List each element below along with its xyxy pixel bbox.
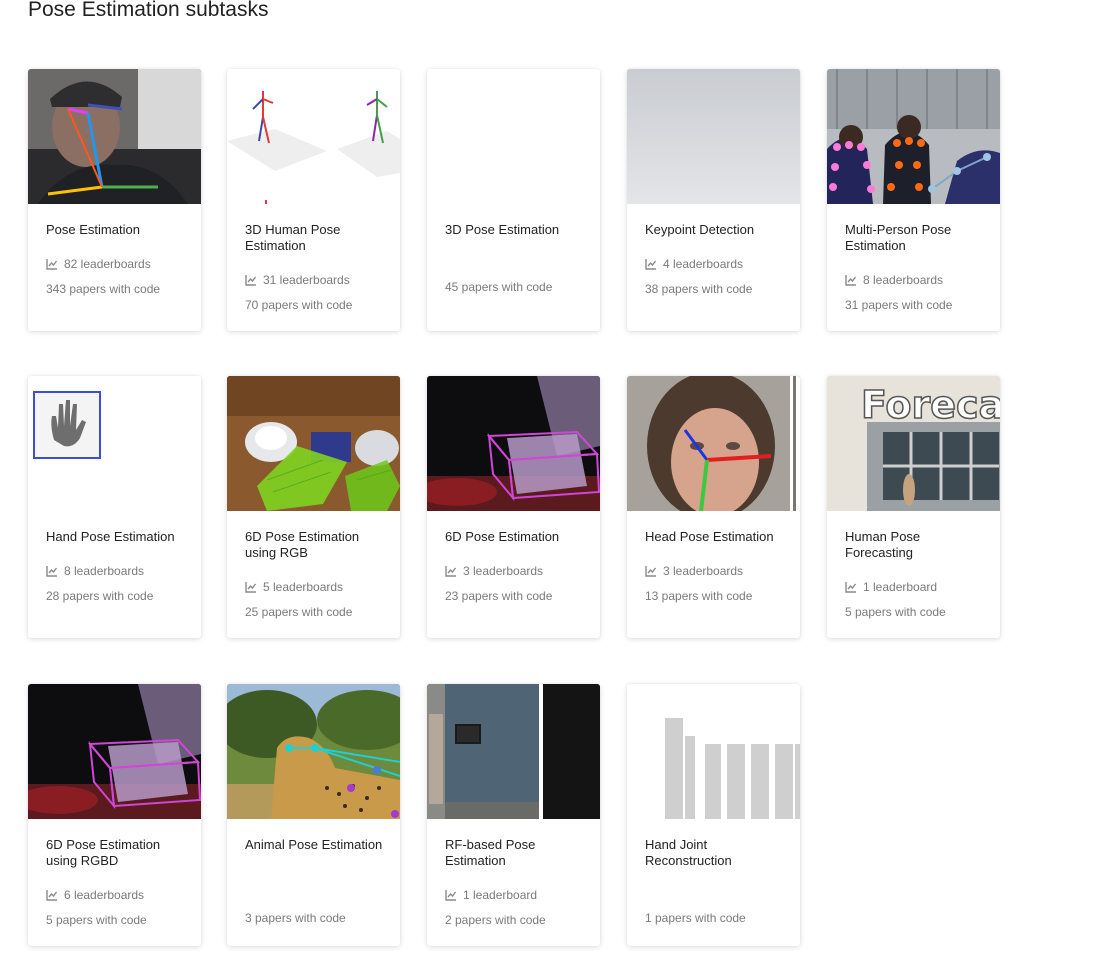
papers-count: 45 papers with code	[445, 280, 553, 294]
leaderboards-count: 6 leaderboards	[46, 888, 144, 902]
papers-count: 70 papers with code	[245, 298, 353, 312]
chart-line-icon	[46, 566, 58, 577]
task-card-multi-person-pose-estimation[interactable]: Multi-Person Pose Estimation 8 leaderboa…	[827, 69, 1000, 331]
task-thumbnail	[627, 376, 800, 511]
chart-line-icon	[245, 582, 257, 593]
papers-count: 1 papers with code	[645, 911, 746, 925]
task-title: 6D Pose Estimation	[445, 529, 560, 544]
task-card-6d-pose-estimation-using-rgb[interactable]: 6D Pose Estimation using RGB 5 leaderboa…	[227, 376, 400, 638]
leaderboards-count: 8 leaderboards	[845, 273, 943, 287]
task-card-head-pose-estimation[interactable]: Head Pose Estimation 3 leaderboards 13 p…	[627, 376, 800, 638]
papers-count: 343 papers with code	[46, 282, 161, 296]
task-title: Head Pose Estimation	[645, 529, 774, 544]
task-title: Human Pose Forecasting	[845, 529, 921, 560]
task-title: Hand Pose Estimation	[46, 529, 175, 544]
forecasting-thumb-text: Foreca	[861, 383, 1000, 427]
task-card-hand-joint-reconstruction[interactable]: Hand Joint Reconstruction 1 papers with …	[627, 684, 800, 946]
leaderboards-count: 3 leaderboards	[645, 564, 743, 578]
task-title: 3D Human Pose Estimation	[245, 222, 341, 253]
task-thumbnail	[227, 69, 400, 204]
papers-count: 5 papers with code	[46, 913, 147, 927]
task-title: 6D Pose Estimation using RGBD	[46, 837, 161, 868]
task-thumbnail	[627, 69, 800, 204]
papers-count: 5 papers with code	[845, 605, 946, 619]
task-thumbnail	[827, 69, 1000, 204]
task-card-animal-pose-estimation[interactable]: Animal Pose Estimation 3 papers with cod…	[227, 684, 400, 946]
chart-line-icon	[845, 275, 857, 286]
leaderboards-count: 5 leaderboards	[245, 580, 343, 594]
task-title: Animal Pose Estimation	[245, 837, 383, 852]
task-thumbnail	[28, 684, 201, 819]
task-title: Pose Estimation	[46, 222, 140, 237]
task-title: 6D Pose Estimation using RGB	[245, 529, 360, 560]
task-thumbnail	[427, 376, 600, 511]
chart-line-icon	[46, 259, 58, 270]
leaderboards-count: 3 leaderboards	[445, 564, 543, 578]
task-card-3d-human-pose-estimation[interactable]: 3D Human Pose Estimation 31 leaderboards…	[227, 69, 400, 331]
papers-count: 25 papers with code	[245, 605, 353, 619]
task-card-6d-pose-estimation-using-rgbd[interactable]: 6D Pose Estimation using RGBD 6 leaderbo…	[28, 684, 201, 946]
leaderboards-count: 82 leaderboards	[46, 257, 151, 271]
chart-line-icon	[445, 566, 457, 577]
leaderboards-count: 1 leaderboard	[445, 888, 537, 902]
task-thumbnail	[627, 684, 800, 819]
papers-count: 23 papers with code	[445, 589, 553, 603]
task-card-human-pose-forecasting[interactable]: Foreca Human Pose Forecasting 1 leaderbo…	[827, 376, 1000, 638]
papers-count: 13 papers with code	[645, 589, 753, 603]
papers-count: 28 papers with code	[46, 589, 154, 603]
task-card-pose-estimation[interactable]: Pose Estimation 82 leaderboards 343 pape…	[28, 69, 201, 331]
task-card-hand-pose-estimation[interactable]: Hand Pose Estimation 8 leaderboards 28 p…	[28, 376, 201, 638]
chart-line-icon	[645, 259, 657, 270]
task-title: 3D Pose Estimation	[445, 222, 560, 237]
task-thumbnail	[28, 376, 201, 511]
task-thumbnail	[427, 684, 600, 819]
task-title: Multi-Person Pose Estimation	[845, 222, 952, 253]
task-card-6d-pose-estimation[interactable]: 6D Pose Estimation 3 leaderboards 23 pap…	[427, 376, 600, 638]
chart-line-icon	[245, 275, 257, 286]
chart-line-icon	[445, 890, 457, 901]
task-title: RF-based Pose Estimation	[445, 837, 536, 868]
chart-line-icon	[645, 566, 657, 577]
leaderboards-count: 31 leaderboards	[245, 273, 350, 287]
task-title: Keypoint Detection	[645, 222, 755, 237]
task-thumbnail	[427, 69, 600, 204]
chart-line-icon	[845, 582, 857, 593]
task-title: Hand Joint Reconstruction	[645, 837, 732, 868]
task-thumbnail	[227, 684, 400, 819]
section-title: Pose Estimation subtasks	[28, 0, 269, 21]
papers-count: 38 papers with code	[645, 282, 753, 296]
task-thumbnail	[227, 376, 400, 511]
task-card-rf-based-pose-estimation[interactable]: RF-based Pose Estimation 1 leaderboard 2…	[427, 684, 600, 946]
leaderboards-count: 4 leaderboards	[645, 257, 743, 271]
chart-line-icon	[46, 890, 58, 901]
task-card-3d-pose-estimation[interactable]: 3D Pose Estimation 45 papers with code	[427, 69, 600, 331]
papers-count: 2 papers with code	[445, 913, 546, 927]
leaderboards-count: 1 leaderboard	[845, 580, 937, 594]
papers-count: 3 papers with code	[245, 911, 346, 925]
task-thumbnail: Foreca	[827, 376, 1000, 511]
task-thumbnail	[28, 69, 201, 204]
task-card-keypoint-detection[interactable]: Keypoint Detection 4 leaderboards 38 pap…	[627, 69, 800, 331]
papers-count: 31 papers with code	[845, 298, 953, 312]
leaderboards-count: 8 leaderboards	[46, 564, 144, 578]
